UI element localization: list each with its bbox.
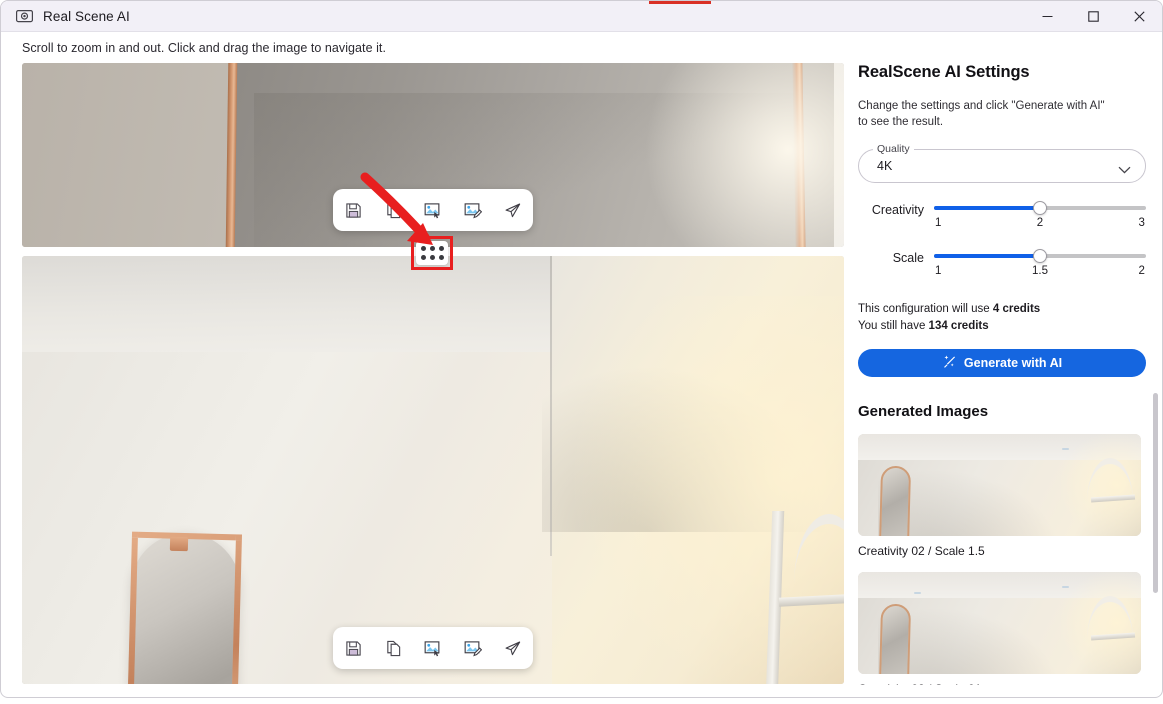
quality-label: Quality bbox=[873, 142, 914, 155]
credits-balance-prefix: You still have bbox=[858, 319, 929, 332]
send-icon[interactable] bbox=[493, 627, 533, 669]
settings-description: Change the settings and click "Generate … bbox=[858, 100, 1105, 129]
generate-with-ai-button[interactable]: Generate with AI bbox=[858, 349, 1146, 378]
credits-usage-line: This configuration will use 4 credits bbox=[858, 301, 1146, 318]
copy-icon[interactable] bbox=[373, 189, 413, 231]
thumb-ceiling-light bbox=[1062, 448, 1069, 451]
title-bar: Real Scene AI bbox=[1, 1, 1162, 32]
credits-balance-line: You still have 134 credits bbox=[858, 318, 1146, 335]
generated-image-card[interactable]: Creativity 02 / Scale 1.5 bbox=[858, 434, 1146, 558]
top-red-marker bbox=[649, 1, 711, 4]
creativity-slider[interactable]: 1 2 3 bbox=[934, 200, 1146, 231]
scale-slider[interactable]: 1 1.5 2 bbox=[934, 248, 1146, 279]
annotation-highlight-box bbox=[411, 236, 453, 270]
settings-panel: RealScene AI Settings Change the setting… bbox=[858, 63, 1146, 685]
quality-value: 4K bbox=[877, 158, 893, 173]
credits-usage-amount: 4 credits bbox=[992, 302, 1041, 315]
creativity-ticks: 1 2 3 bbox=[934, 217, 1146, 231]
thumb-mirror bbox=[878, 603, 912, 675]
generated-image-caption: Creativity 02 / Scale 01 bbox=[858, 682, 1146, 685]
thumb-ceiling-light bbox=[1062, 586, 1069, 589]
creativity-label: Creativity bbox=[871, 202, 924, 217]
scale-tick-max: 2 bbox=[1138, 264, 1145, 277]
creativity-tick-max: 3 bbox=[1138, 216, 1145, 229]
image-toolbar-top bbox=[333, 189, 533, 231]
chevron-down-icon bbox=[1118, 161, 1131, 179]
magic-wand-icon bbox=[942, 354, 957, 372]
scale-label: Scale bbox=[892, 250, 924, 265]
scene-warm-glow bbox=[574, 296, 844, 684]
scale-tick-min: 1 bbox=[935, 264, 942, 277]
camera-icon bbox=[15, 9, 33, 24]
panel-scrollbar[interactable] bbox=[1153, 63, 1160, 683]
creativity-track[interactable] bbox=[934, 200, 1146, 215]
generated-image-thumbnail[interactable] bbox=[858, 434, 1141, 537]
copy-icon[interactable] bbox=[373, 627, 413, 669]
scale-track[interactable] bbox=[934, 248, 1146, 263]
credits-balance-amount: 134 credits bbox=[928, 319, 989, 332]
creativity-track-fill bbox=[934, 205, 1040, 210]
scale-thumb[interactable] bbox=[1033, 248, 1047, 263]
quality-select[interactable]: Quality 4K bbox=[858, 142, 1146, 183]
send-icon[interactable] bbox=[493, 189, 533, 231]
settings-title: RealScene AI Settings bbox=[858, 63, 1030, 81]
generate-with-ai-label: Generate with AI bbox=[963, 356, 1063, 371]
minimize-button[interactable] bbox=[1024, 1, 1070, 32]
image-select-icon[interactable] bbox=[413, 627, 453, 669]
scale-ticks: 1 1.5 2 bbox=[934, 265, 1146, 279]
window-controls bbox=[1024, 1, 1162, 32]
main-image-pane[interactable] bbox=[22, 256, 844, 684]
save-icon[interactable] bbox=[333, 627, 373, 669]
generated-images-title: Generated Images bbox=[858, 403, 989, 421]
viewer-hint-text: Scroll to zoom in and out. Click and dra… bbox=[22, 41, 386, 55]
creativity-slider-row: Creativity 1 2 3 bbox=[858, 200, 1146, 231]
close-button[interactable] bbox=[1116, 1, 1162, 32]
scene-mirror-clip bbox=[169, 536, 189, 552]
application-window: Real Scene AI Scroll to zoom in and out.… bbox=[0, 0, 1163, 698]
credits-info: This configuration will use 4 credits Yo… bbox=[858, 301, 1146, 336]
preview-warm-glow bbox=[644, 63, 844, 247]
scale-tick-mid: 1.5 bbox=[1032, 264, 1048, 277]
credits-usage-prefix: This configuration will use bbox=[858, 302, 993, 315]
generated-image-caption: Creativity 02 / Scale 1.5 bbox=[858, 544, 985, 559]
image-edit-icon[interactable] bbox=[453, 189, 493, 231]
maximize-button[interactable] bbox=[1070, 1, 1116, 32]
scale-track-fill bbox=[934, 253, 1040, 258]
creativity-tick-min: 1 bbox=[935, 216, 942, 229]
image-select-icon[interactable] bbox=[413, 189, 453, 231]
thumb-mirror bbox=[878, 465, 912, 537]
image-toolbar-main bbox=[333, 627, 533, 669]
creativity-thumb[interactable] bbox=[1033, 200, 1047, 215]
image-edit-icon[interactable] bbox=[453, 627, 493, 669]
thumb-ceiling-light bbox=[914, 592, 921, 595]
scale-slider-row: Scale 1 1.5 2 bbox=[858, 248, 1146, 279]
creativity-tick-mid: 2 bbox=[1036, 216, 1044, 229]
app-root: Real Scene AI Scroll to zoom in and out.… bbox=[0, 0, 1163, 704]
generated-image-card[interactable]: Creativity 02 / Scale 01 bbox=[858, 572, 1146, 685]
generated-image-thumbnail[interactable] bbox=[858, 572, 1141, 675]
save-icon[interactable] bbox=[333, 189, 373, 231]
panel-scrollbar-thumb[interactable] bbox=[1153, 393, 1158, 593]
window-title: Real Scene AI bbox=[43, 8, 130, 24]
